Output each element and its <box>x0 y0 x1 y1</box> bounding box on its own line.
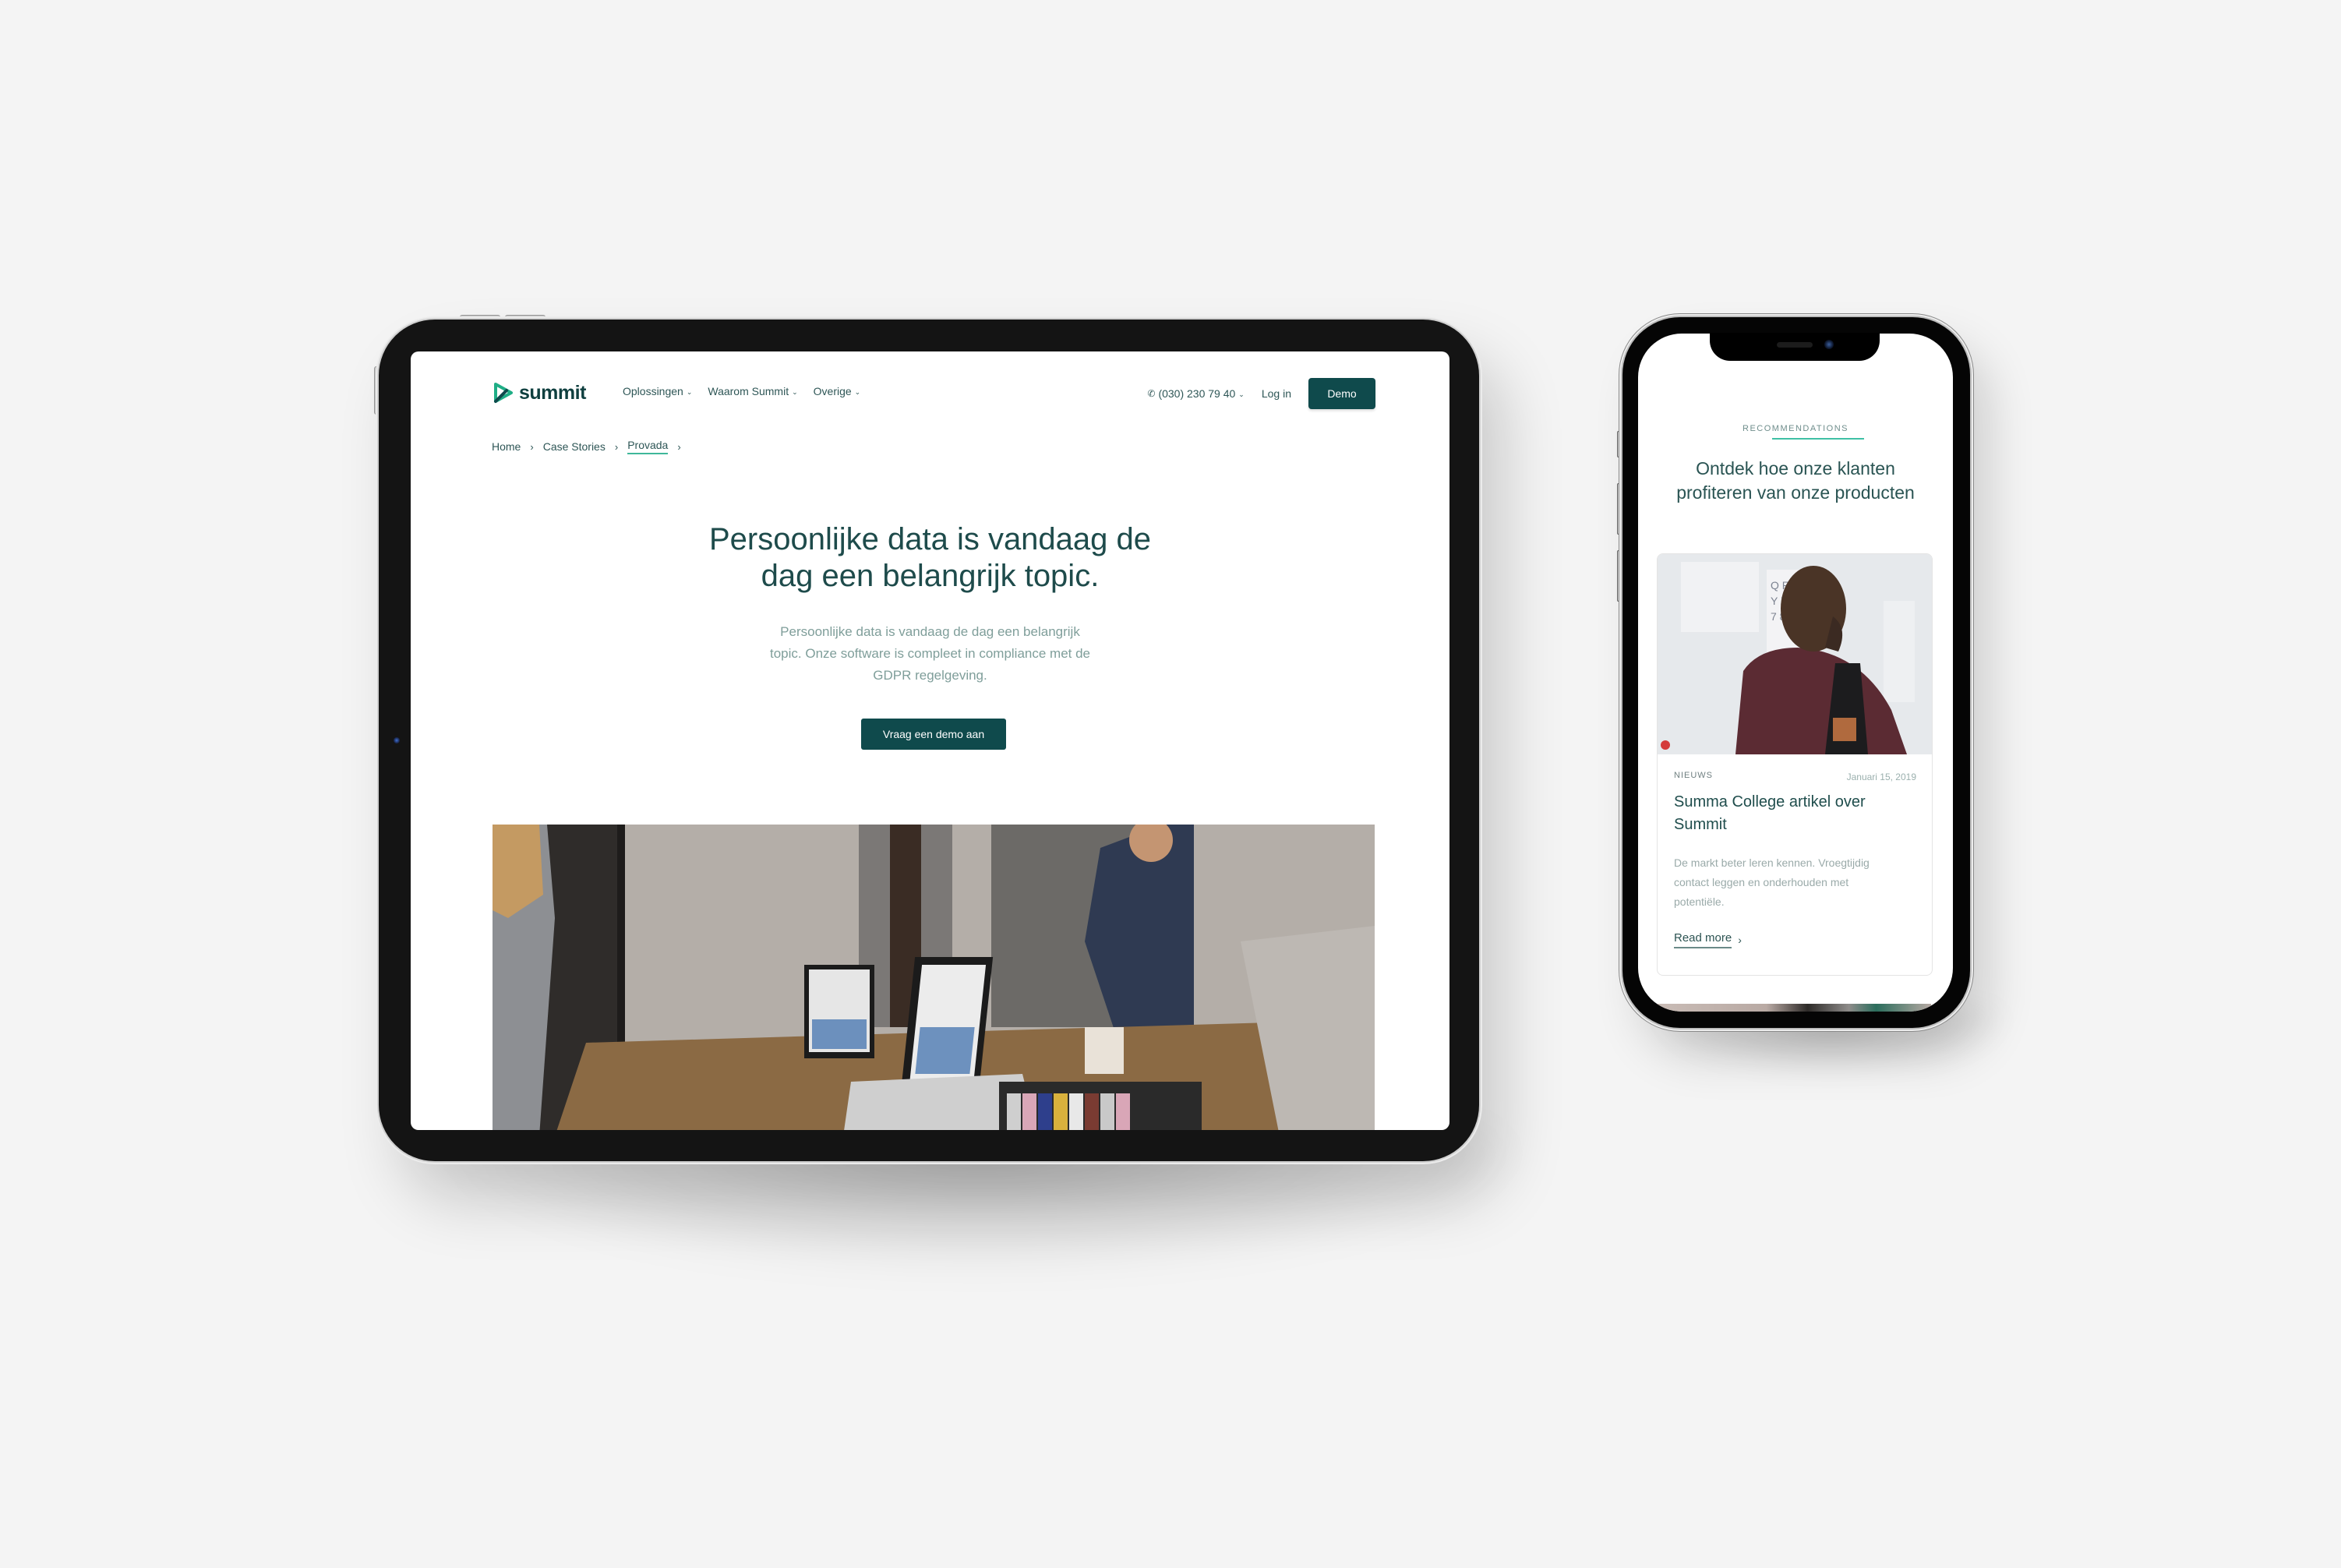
phone-speaker-icon <box>1777 342 1813 348</box>
article-description: De markt beter leren kennen. Vroegtijdig… <box>1674 853 1908 912</box>
section-title-line: Ontdek hoe onze klanten <box>1696 458 1895 479</box>
man-with-backpack-illustration: Q R S Y Z 1 7 8 9 <box>1658 554 1932 754</box>
read-more-link[interactable]: Read more › <box>1674 931 1742 948</box>
article-description-line: contact leggen en onderhouden met <box>1674 876 1849 888</box>
tablet-camera-icon <box>394 737 400 743</box>
phone-front-camera-icon <box>1824 340 1834 349</box>
breadcrumb-separator-icon: › <box>677 440 681 453</box>
article-card-image: Q R S Y Z 1 7 8 9 <box>1658 554 1932 754</box>
team-meeting-photo <box>493 825 1375 1130</box>
hero-subtitle-line: Persoonlijke data is vandaag de dag een … <box>780 624 1080 639</box>
hero-subtitle-line: topic. Onze software is compleet in comp… <box>769 646 1091 661</box>
breadcrumb: Home › Case Stories › Provada › <box>492 439 681 454</box>
nav-item-waarom-summit[interactable]: Waarom Summit ⌄ <box>708 385 797 397</box>
login-link[interactable]: Log in <box>1262 387 1291 400</box>
site-header: summit Oplossingen ⌄ Waarom Summit ⌄ Ove… <box>411 351 1449 429</box>
site-logo[interactable]: summit <box>493 381 586 404</box>
request-demo-button[interactable]: Vraag een demo aan <box>861 719 1006 750</box>
chevron-down-icon: ⌄ <box>686 387 693 396</box>
breadcrumb-case-stories[interactable]: Case Stories <box>543 440 606 453</box>
phone-volume-down-button <box>1617 550 1622 602</box>
article-title[interactable]: Summa College artikel over Summit <box>1674 791 1916 836</box>
hero-subtitle-line: GDPR regelgeving. <box>873 668 987 683</box>
chevron-down-icon: ⌄ <box>1238 390 1245 398</box>
nav-actions: ✆ (030) 230 79 40 ⌄ Log in Demo <box>1147 378 1375 409</box>
phone-icon: ✆ <box>1147 388 1156 399</box>
phone-mute-switch <box>1617 431 1622 457</box>
next-card-image-peek <box>1657 1004 1931 1012</box>
team-meeting-illustration <box>493 825 1375 1130</box>
summit-logo-icon <box>494 383 513 403</box>
nav-item-overige[interactable]: Overige ⌄ <box>814 385 861 397</box>
chevron-right-icon: › <box>1738 934 1742 946</box>
article-description-line: potentiële. <box>1674 895 1725 908</box>
breadcrumb-home[interactable]: Home <box>492 440 521 453</box>
main-nav: Oplossingen ⌄ Waarom Summit ⌄ Overige ⌄ <box>623 385 860 397</box>
breadcrumb-separator-icon: › <box>614 440 619 453</box>
article-title-line: Summit <box>1674 816 1727 833</box>
hero-title: Persoonlijke data is vandaag de dag een … <box>411 521 1449 595</box>
hero-title-line: Persoonlijke data is vandaag de <box>708 522 1152 556</box>
hero-title-line: dag een belangrijk topic. <box>761 559 1100 593</box>
article-category: NIEUWS <box>1674 771 1713 780</box>
demo-button[interactable]: Demo <box>1308 378 1375 409</box>
section-label-underline <box>1772 438 1864 440</box>
breadcrumb-provada[interactable]: Provada <box>627 439 669 454</box>
nav-item-label: Oplossingen <box>623 385 683 397</box>
chevron-down-icon: ⌄ <box>854 387 861 396</box>
phone-volume-up-button <box>1617 483 1622 535</box>
breadcrumb-separator-icon: › <box>530 440 534 453</box>
phone-number: (030) 230 79 40 <box>1158 387 1236 400</box>
logo-text: summit <box>519 381 586 404</box>
article-card[interactable]: Q R S Y Z 1 7 8 9 NIEUWS Januari 15, 201… <box>1657 553 1933 976</box>
phone-number-dropdown[interactable]: ✆ (030) 230 79 40 ⌄ <box>1147 387 1244 400</box>
article-description-line: De markt beter leren kennen. Vroegtijdig <box>1674 856 1870 869</box>
read-more-label: Read more <box>1674 931 1732 948</box>
phone-screen: RECOMMENDATIONS Ontdek hoe onze klanten … <box>1638 334 1953 1012</box>
article-date: Januari 15, 2019 <box>1846 772 1916 782</box>
section-title: Ontdek hoe onze klanten profiteren van o… <box>1638 457 1953 505</box>
nav-item-oplossingen[interactable]: Oplossingen ⌄ <box>623 385 692 397</box>
tablet-screen: summit Oplossingen ⌄ Waarom Summit ⌄ Ove… <box>411 351 1449 1130</box>
article-title-line: Summa College artikel over <box>1674 793 1866 810</box>
nav-item-label: Overige <box>813 385 852 397</box>
chevron-down-icon: ⌄ <box>792 387 798 396</box>
section-label: RECOMMENDATIONS <box>1743 424 1848 433</box>
hero-subtitle: Persoonlijke data is vandaag de dag een … <box>411 621 1449 687</box>
nav-item-label: Waarom Summit <box>708 385 789 397</box>
section-title-line: profiteren van onze producten <box>1676 482 1915 503</box>
